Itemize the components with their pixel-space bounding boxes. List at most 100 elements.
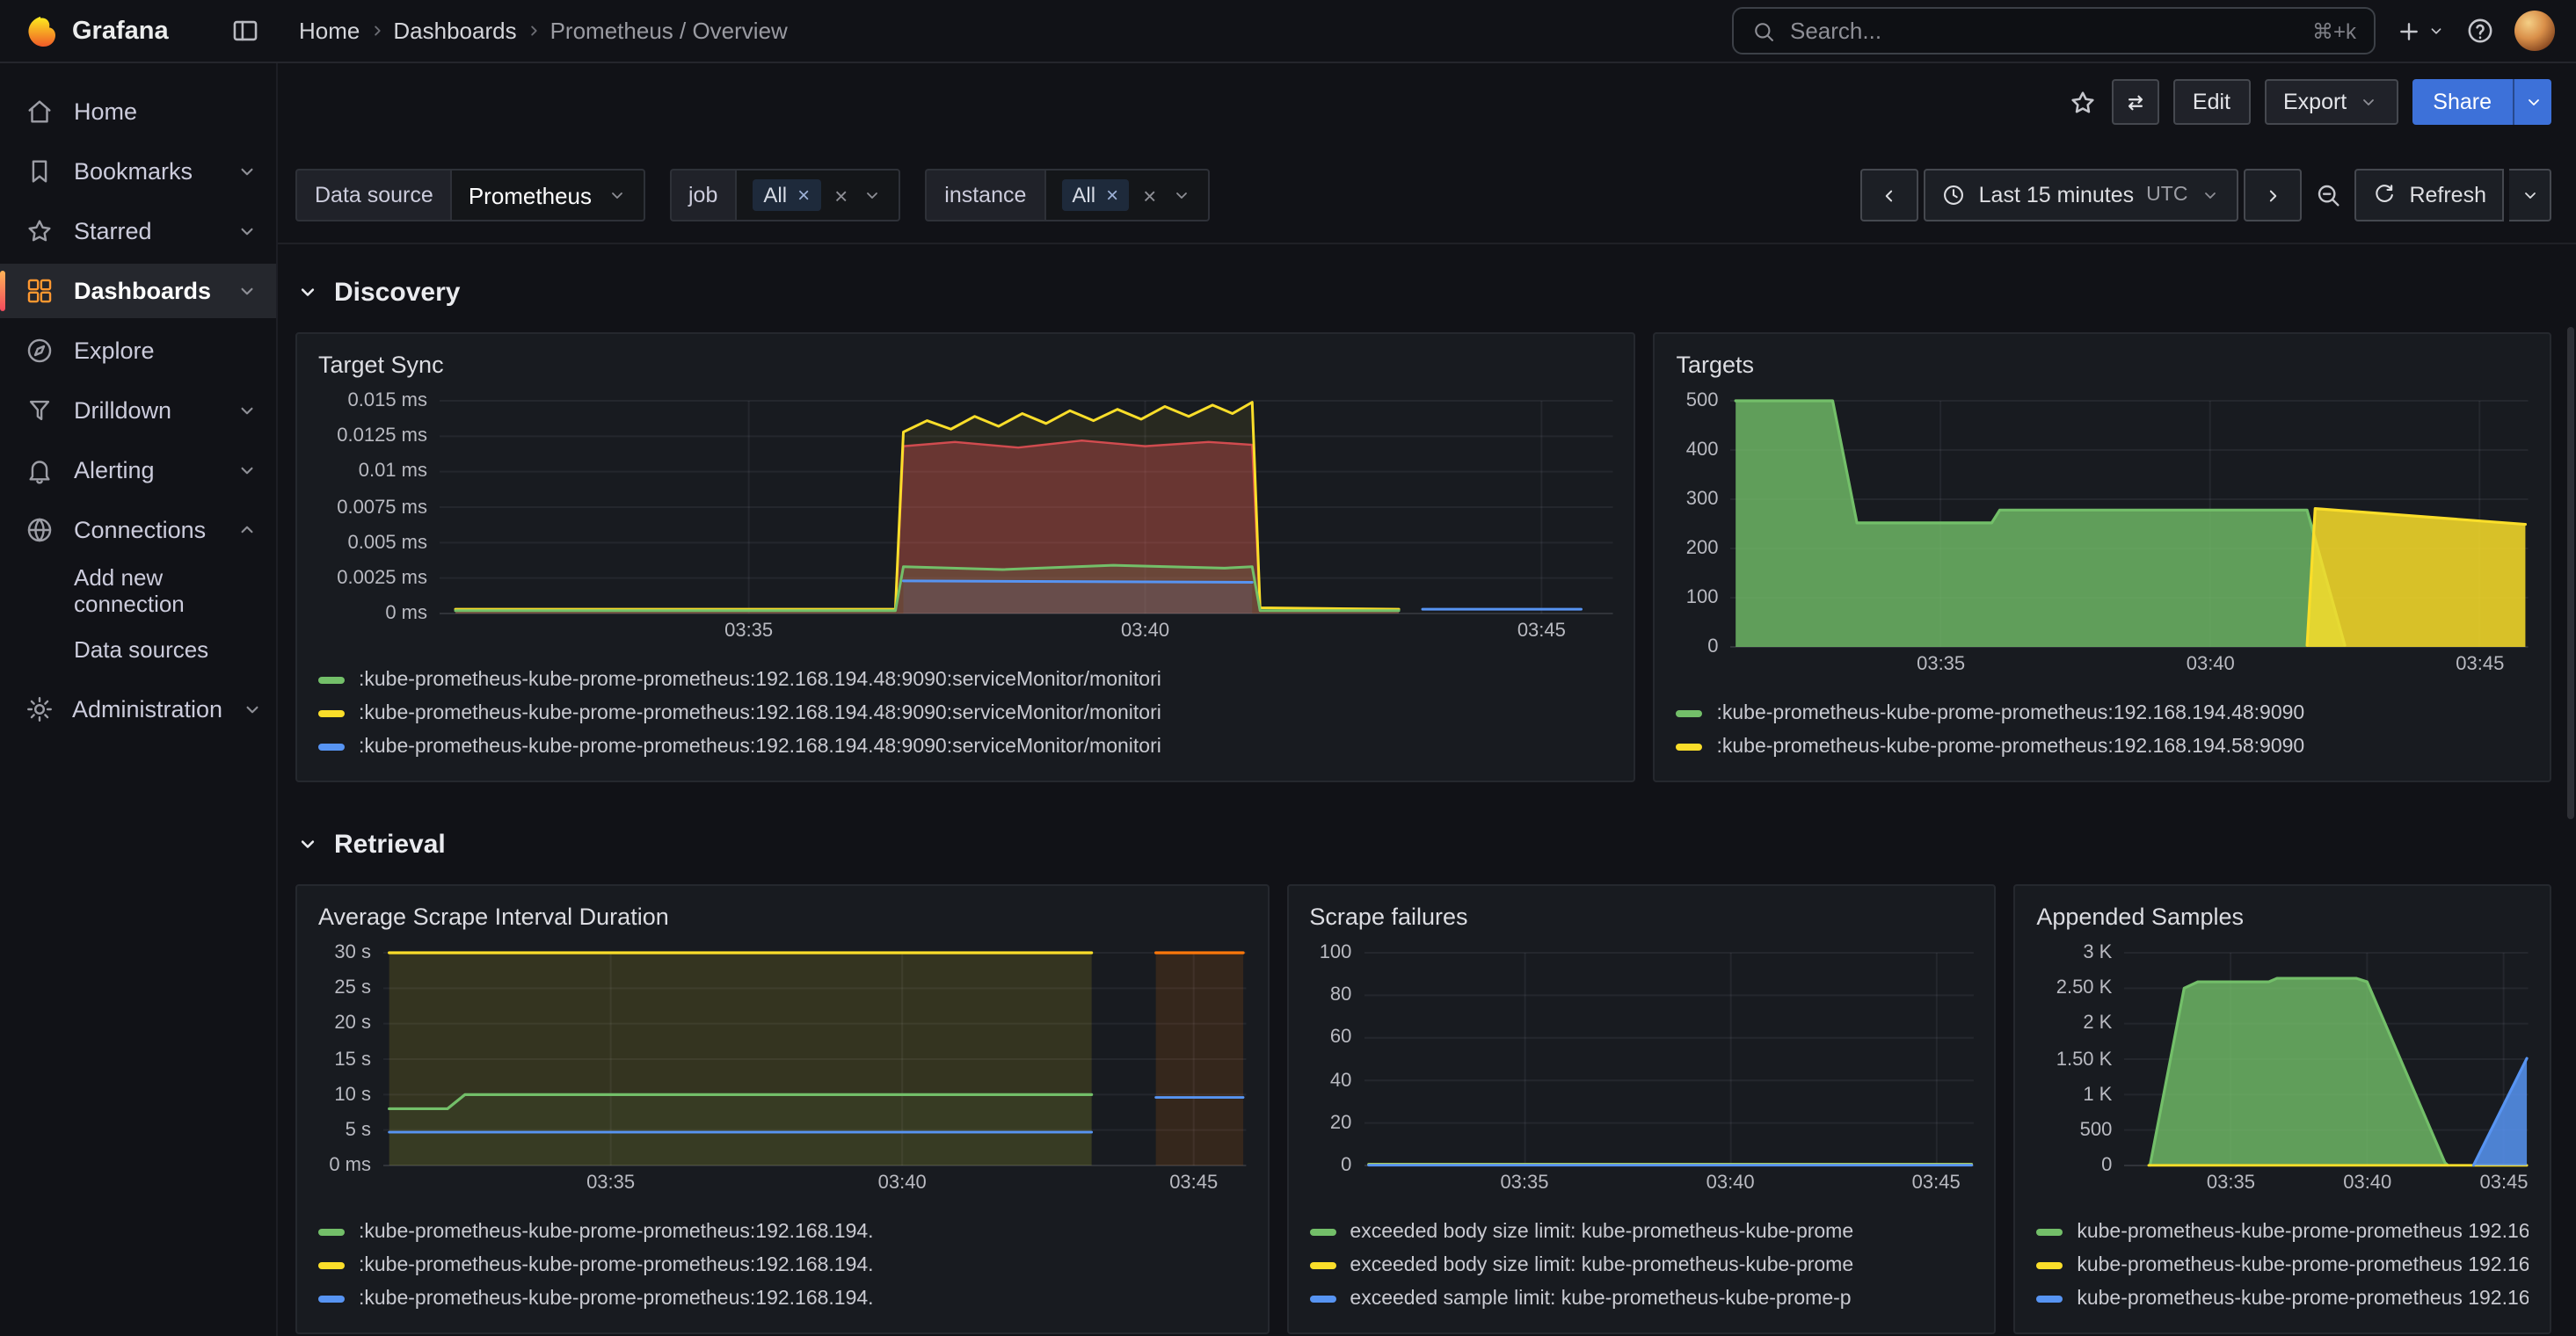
legend-item[interactable]: kube-prometheus-kube-prome-prometheus 19…: [2036, 1282, 2529, 1315]
legend-item[interactable]: :kube-prometheus-kube-prome-prometheus:1…: [318, 1215, 1246, 1248]
time-back-button[interactable]: [1861, 169, 1919, 221]
chart-canvas[interactable]: [1731, 401, 2529, 647]
y-axis-label: 0: [1707, 636, 1718, 657]
chevron-down-icon: [236, 399, 258, 422]
panel-title[interactable]: Targets: [1677, 348, 2529, 383]
time-forward-button[interactable]: [2244, 169, 2302, 221]
export-button[interactable]: Export: [2264, 79, 2398, 125]
refresh-button[interactable]: Refresh: [2354, 169, 2504, 221]
series-color-swatch: [2036, 1295, 2063, 1302]
time-range-button[interactable]: Last 15 minutes UTC: [1925, 169, 2239, 221]
y-axis-label: 500: [1686, 390, 1719, 411]
job-select[interactable]: All× ×: [735, 169, 900, 221]
panel-title[interactable]: Target Sync: [318, 348, 1613, 383]
legend-item[interactable]: :kube-prometheus-kube-prome-prometheus:1…: [1677, 730, 2529, 763]
instance-select[interactable]: All× ×: [1044, 169, 1209, 221]
home-icon: [25, 97, 55, 127]
y-axis-label: 1 K: [2083, 1084, 2112, 1105]
sidebar-item-add-new-connection[interactable]: Add new connection: [0, 563, 276, 617]
sidebar-item-dashboards[interactable]: Dashboards: [0, 264, 276, 318]
panel-title[interactable]: Appended Samples: [2036, 900, 2529, 935]
chart-area: 0 ms0.0025 ms0.005 ms0.0075 ms0.01 ms0.0…: [318, 401, 1613, 649]
sidebar-toggle-button[interactable]: [230, 16, 260, 46]
sidebar-item-administration[interactable]: Administration: [0, 682, 276, 737]
sidebar-item-drilldown[interactable]: Drilldown: [0, 383, 276, 438]
refresh-icon: [2372, 183, 2397, 207]
instance-value-chip[interactable]: All×: [1061, 179, 1129, 211]
search-box[interactable]: ⌘+k: [1732, 7, 2376, 54]
app-body: HomeBookmarksStarred DashboardsExploreDri…: [0, 63, 2576, 1336]
cog-icon: [25, 694, 55, 724]
scrollbar[interactable]: [2567, 327, 2574, 819]
sidebar-item-alerting[interactable]: Alerting: [0, 443, 276, 497]
legend-item[interactable]: :kube-prometheus-kube-prome-prometheus:1…: [1677, 696, 2529, 730]
sidebar-item-explore[interactable]: Explore: [0, 323, 276, 378]
sidebar-item-starred[interactable]: Starred: [0, 204, 276, 258]
datasource-picker: Data source Prometheus: [295, 169, 644, 221]
breadcrumb-item[interactable]: Dashboards: [393, 18, 516, 44]
clear-filter-icon[interactable]: ×: [1143, 182, 1156, 208]
sidebar-item-home[interactable]: Home: [0, 84, 276, 139]
edit-button[interactable]: Edit: [2173, 79, 2250, 125]
x-axis: 03:3503:4003:45: [1731, 652, 2529, 682]
y-axis-label: 0: [1341, 1155, 1351, 1176]
instance-label: instance: [925, 169, 1044, 221]
refresh-interval-button[interactable]: [2509, 169, 2551, 221]
panel-title[interactable]: Average Scrape Interval Duration: [318, 900, 1246, 935]
chevron-down-icon: [1170, 185, 1191, 206]
job-label: job: [669, 169, 735, 221]
chart-canvas[interactable]: [440, 401, 1613, 614]
sidebar-item-data-sources[interactable]: Data sources: [0, 622, 276, 677]
chip-remove-icon[interactable]: ×: [797, 183, 810, 207]
legend-item[interactable]: kube-prometheus-kube-prome-prometheus 19…: [2036, 1215, 2529, 1248]
x-axis: 03:3503:4003:45: [2124, 1171, 2529, 1201]
chart-canvas[interactable]: [383, 953, 1246, 1165]
legend-item[interactable]: :kube-prometheus-kube-prome-prometheus:1…: [318, 696, 1613, 730]
legend-item[interactable]: :kube-prometheus-kube-prome-prometheus:1…: [318, 663, 1613, 696]
section-header-discovery[interactable]: Discovery: [295, 265, 2551, 318]
y-axis-label: 60: [1330, 1027, 1352, 1049]
chart-canvas[interactable]: [2124, 953, 2529, 1165]
chevron-down-icon: [236, 459, 258, 482]
y-axis-label: 2.50 K: [2056, 977, 2113, 998]
series-color-swatch: [1677, 743, 1703, 750]
panel-title[interactable]: Scrape failures: [1309, 900, 1973, 935]
series-color-swatch: [1677, 709, 1703, 716]
legend-item[interactable]: exceeded body size limit: kube-prometheu…: [1309, 1215, 1973, 1248]
legend-item[interactable]: exceeded sample limit: kube-prometheus-k…: [1309, 1282, 1973, 1315]
legend-item[interactable]: kube-prometheus-kube-prome-prometheus 19…: [2036, 1248, 2529, 1282]
share-button[interactable]: Share: [2412, 79, 2513, 125]
sidebar-item-label: Alerting: [74, 457, 155, 483]
legend-item[interactable]: :kube-prometheus-kube-prome-prometheus:1…: [318, 1248, 1246, 1282]
help-button[interactable]: [2465, 16, 2495, 46]
datasource-select[interactable]: Prometheus: [451, 169, 644, 221]
legend-label: :kube-prometheus-kube-prome-prometheus:1…: [359, 1254, 874, 1275]
panel-arrows-button[interactable]: [2112, 79, 2159, 125]
legend-item[interactable]: exceeded body size limit: kube-prometheu…: [1309, 1248, 1973, 1282]
search-input[interactable]: [1790, 18, 2298, 44]
avatar[interactable]: [2514, 11, 2555, 51]
zoom-out-button[interactable]: [2307, 181, 2349, 209]
sidebar-item-bookmarks[interactable]: Bookmarks: [0, 144, 276, 199]
bookmark-icon: [25, 156, 55, 186]
legend-item[interactable]: :kube-prometheus-kube-prome-prometheus:1…: [318, 1282, 1246, 1315]
star-dashboard-button[interactable]: [2068, 87, 2098, 117]
chart-canvas[interactable]: [1364, 953, 1973, 1165]
y-axis-label: 200: [1686, 538, 1719, 559]
y-axis-label: 400: [1686, 439, 1719, 461]
x-axis: 03:3503:4003:45: [440, 619, 1613, 649]
clear-filter-icon[interactable]: ×: [834, 182, 848, 208]
section-header-retrieval[interactable]: Retrieval: [295, 817, 2551, 870]
job-value-chip[interactable]: All×: [753, 179, 820, 211]
chip-remove-icon[interactable]: ×: [1106, 183, 1118, 207]
legend-label: :kube-prometheus-kube-prome-prometheus:1…: [359, 1221, 874, 1242]
share-menu-button[interactable]: [2513, 79, 2551, 125]
x-axis: 03:3503:4003:45: [383, 1171, 1246, 1201]
sidebar-item-connections[interactable]: Connections: [0, 503, 276, 557]
y-axis-label: 0: [2101, 1155, 2112, 1176]
series-color-swatch: [1309, 1261, 1335, 1268]
y-axis: 05001 K1.50 K2 K2.50 K3 K: [2036, 953, 2124, 1165]
breadcrumb-item[interactable]: Home: [299, 18, 360, 44]
add-button[interactable]: [2395, 17, 2446, 45]
legend-item[interactable]: :kube-prometheus-kube-prome-prometheus:1…: [318, 730, 1613, 763]
